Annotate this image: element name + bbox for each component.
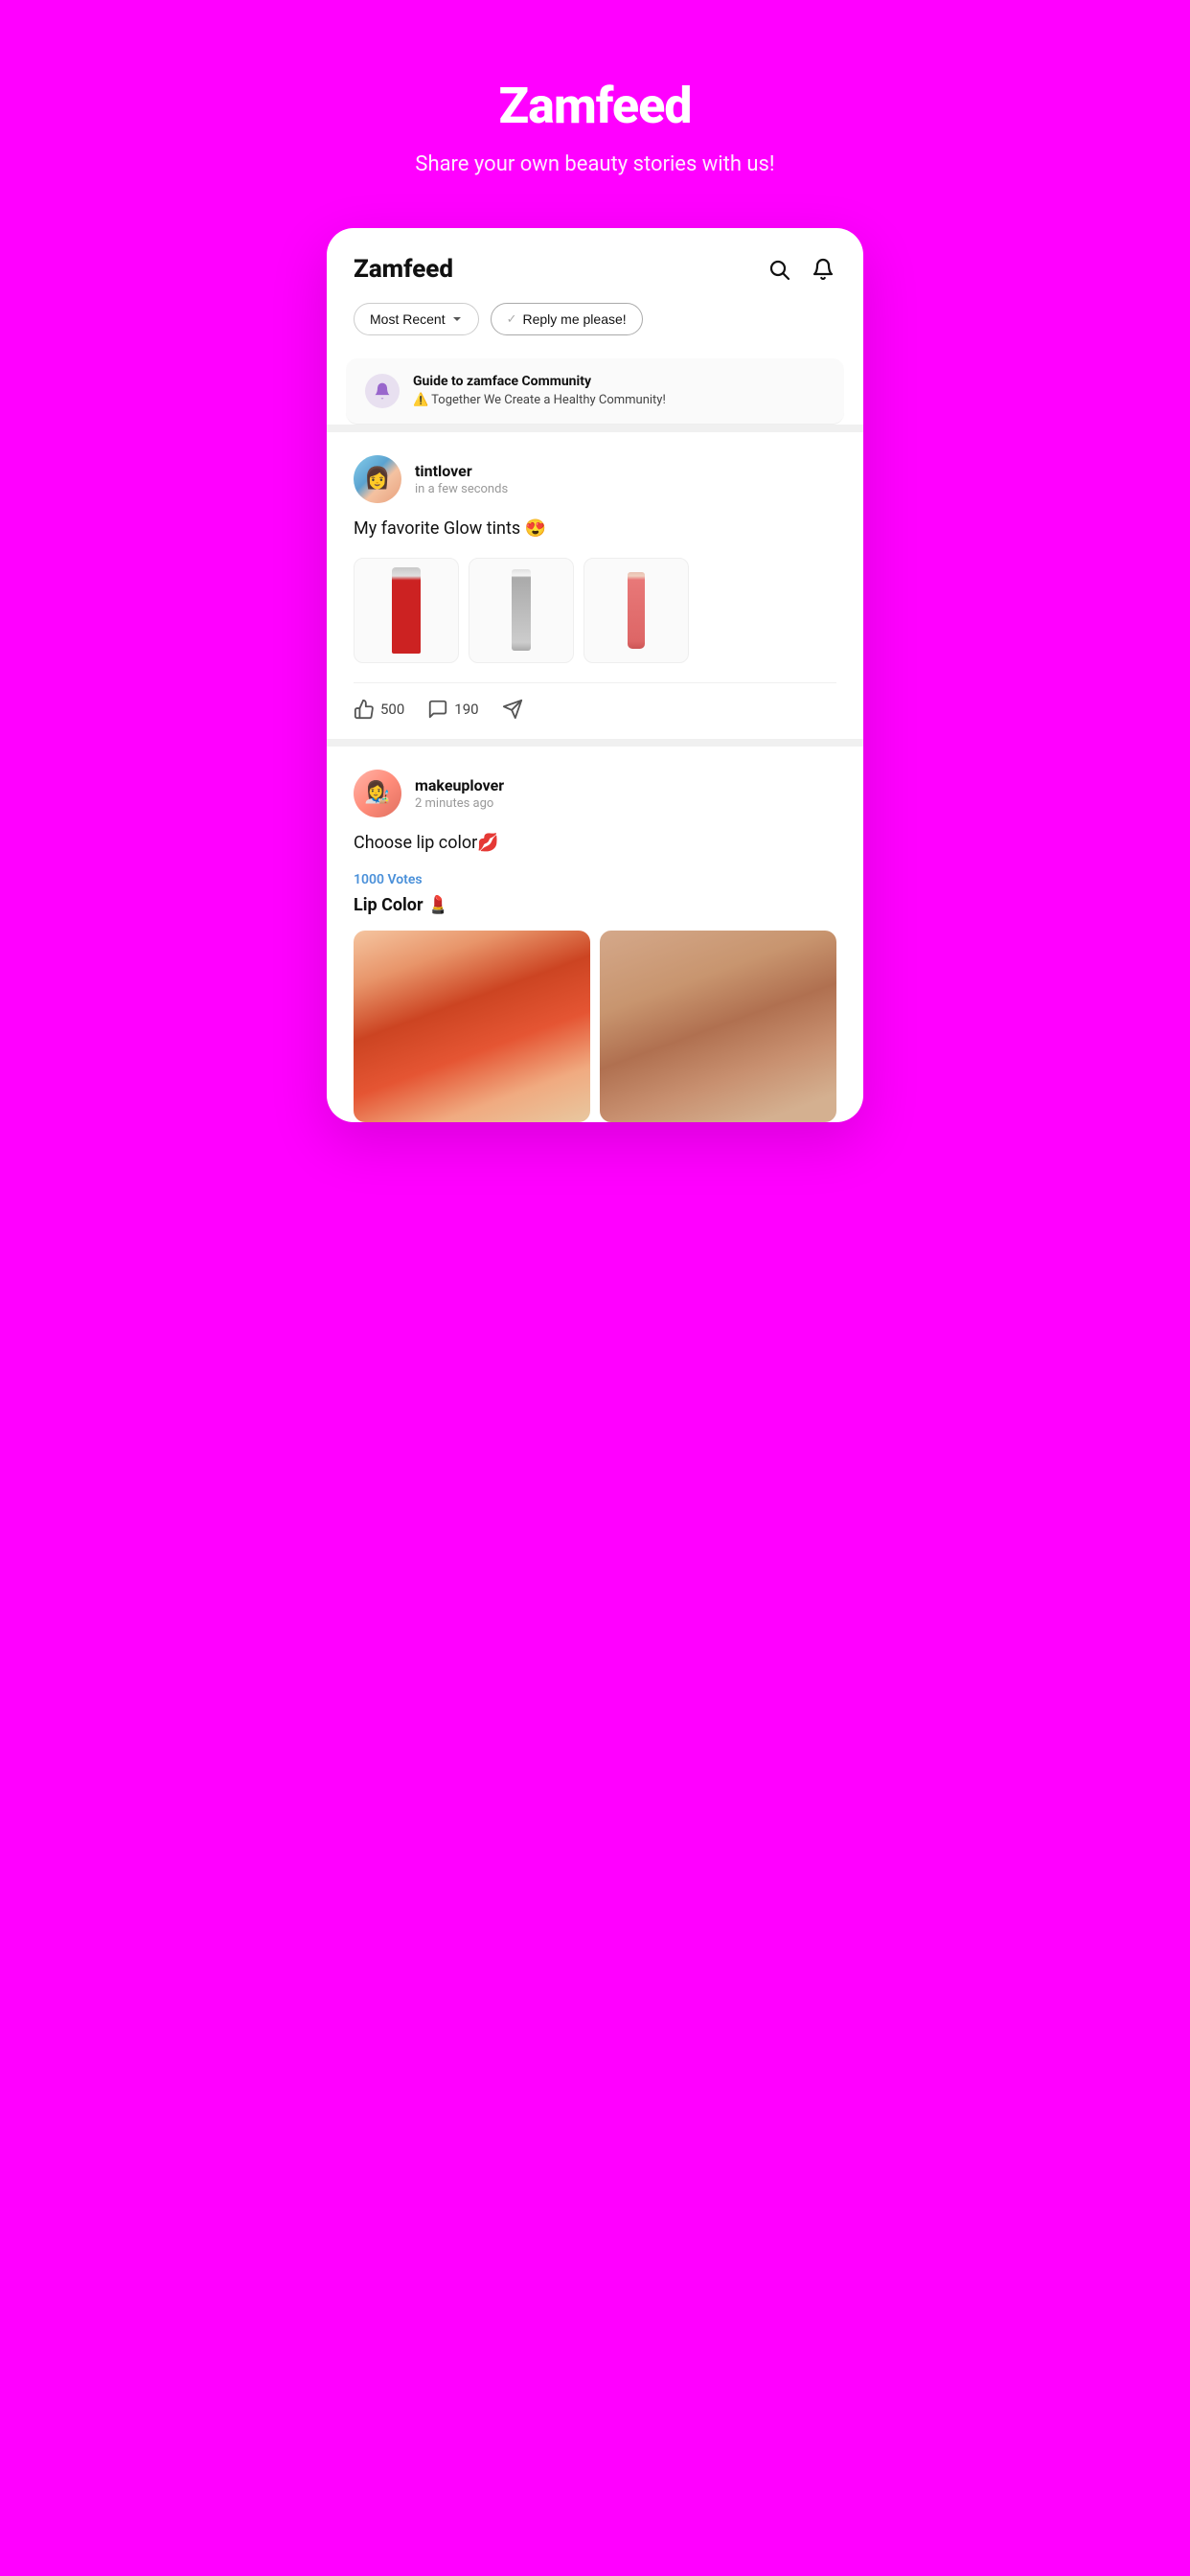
post-2-header: 👩‍🎨 makeuplover 2 minutes ago — [354, 770, 836, 817]
guide-title: Guide to zamface Community — [413, 374, 825, 389]
tint-bottle-1 — [392, 567, 421, 654]
post-2-time: 2 minutes ago — [415, 796, 836, 811]
guide-banner[interactable]: Guide to zamface Community ⚠️ Together W… — [346, 358, 844, 425]
lip-color-red[interactable] — [354, 931, 590, 1122]
post-1-username: tintlover — [415, 462, 836, 480]
post-1-text: My favorite Glow tints 😍 — [354, 517, 836, 540]
makeuplover-avatar-image: 👩‍🎨 — [354, 770, 401, 817]
engagement-bar-1: 500 190 — [354, 682, 836, 739]
filter-bar: Most Recent ✓ Reply me please! — [327, 303, 863, 358]
post-1: 👩 tintlover in a few seconds My favorite… — [327, 432, 863, 739]
guide-subtitle: ⚠️ Together We Create a Healthy Communit… — [413, 393, 825, 407]
app-header: Zamfeed — [327, 228, 863, 303]
votes-label: 1000 Votes — [354, 872, 836, 887]
guide-text: Guide to zamface Community ⚠️ Together W… — [413, 374, 825, 407]
post-2: 👩‍🎨 makeuplover 2 minutes ago Choose lip… — [327, 747, 863, 1122]
post-2-avatar: 👩‍🎨 — [354, 770, 401, 817]
reply-filter-button[interactable]: ✓ Reply me please! — [491, 303, 643, 335]
tint-bottle-2 — [512, 569, 531, 651]
sort-filter-label: Most Recent — [370, 311, 446, 327]
lip-color-images — [354, 931, 836, 1122]
section-divider — [327, 425, 863, 432]
poll-title: Lip Color 💄 — [354, 895, 836, 915]
tintlover-avatar-image: 👩 — [354, 455, 401, 503]
sort-filter-button[interactable]: Most Recent — [354, 303, 479, 335]
like-count: 500 — [380, 701, 404, 718]
post-2-text: Choose lip color💋 — [354, 831, 836, 855]
post-1-avatar: 👩 — [354, 455, 401, 503]
tint-bottle-3 — [628, 572, 645, 649]
comment-count: 190 — [454, 701, 478, 718]
share-button[interactable] — [502, 699, 523, 720]
notification-icon[interactable] — [810, 256, 836, 283]
hero-subtitle: Share your own beauty stories with us! — [415, 150, 774, 180]
post-1-time: in a few seconds — [415, 482, 836, 496]
lip-color-nude[interactable] — [600, 931, 836, 1122]
search-icon[interactable] — [766, 256, 792, 283]
app-card: Zamfeed Most Recent ✓ — [327, 228, 863, 1122]
app-logo: Zamfeed — [354, 255, 453, 284]
post-1-meta: tintlover in a few seconds — [415, 462, 836, 496]
reply-filter-label: Reply me please! — [523, 311, 627, 327]
comment-button[interactable]: 190 — [427, 699, 478, 720]
check-icon: ✓ — [507, 311, 517, 327]
hero-title: Zamfeed — [415, 77, 774, 135]
header-icons — [766, 256, 836, 283]
bell-icon — [365, 374, 400, 408]
section-divider-2 — [327, 739, 863, 747]
like-button[interactable]: 500 — [354, 699, 404, 720]
product-images — [354, 558, 836, 663]
post-1-header: 👩 tintlover in a few seconds — [354, 455, 836, 503]
post-2-username: makeuplover — [415, 776, 836, 794]
hero-section: Zamfeed Share your own beauty stories wi… — [396, 58, 793, 199]
post-2-meta: makeuplover 2 minutes ago — [415, 776, 836, 811]
product-image-2[interactable] — [469, 558, 574, 663]
product-image-1[interactable] — [354, 558, 459, 663]
product-image-3[interactable] — [584, 558, 689, 663]
